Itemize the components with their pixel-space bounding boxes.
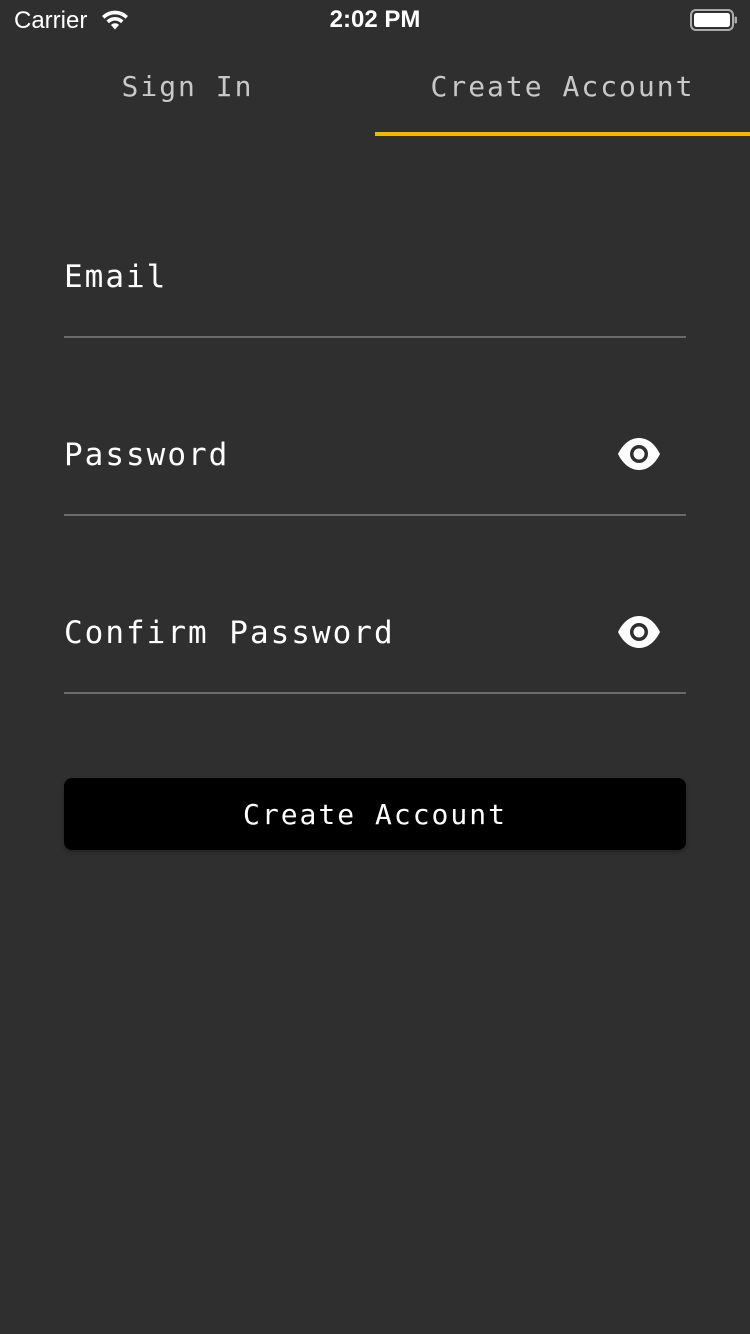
confirm-password-field-underline xyxy=(64,692,686,694)
status-bar: Carrier 2:02 PM xyxy=(0,0,750,40)
tab-create-account[interactable]: Create Account xyxy=(375,50,750,136)
email-field[interactable] xyxy=(64,238,604,316)
create-account-button[interactable]: Create Account xyxy=(64,778,686,850)
tab-create-account-label: Create Account xyxy=(430,70,695,103)
tab-sign-in-label: Sign In xyxy=(121,70,254,103)
password-field[interactable] xyxy=(64,416,604,494)
eye-icon[interactable] xyxy=(616,436,662,472)
confirm-password-field-container xyxy=(64,594,686,694)
password-field-underline xyxy=(64,514,686,516)
battery-full-icon xyxy=(690,9,737,31)
email-field-container xyxy=(64,238,686,338)
tab-selected-indicator xyxy=(375,132,750,136)
eye-icon[interactable] xyxy=(616,614,662,650)
email-field-underline xyxy=(64,336,686,338)
auth-tabs: Sign In Create Account xyxy=(0,50,750,136)
confirm-password-field[interactable] xyxy=(64,594,604,672)
status-time: 2:02 PM xyxy=(329,6,421,33)
password-field-container xyxy=(64,416,686,516)
tab-sign-in[interactable]: Sign In xyxy=(0,50,375,136)
